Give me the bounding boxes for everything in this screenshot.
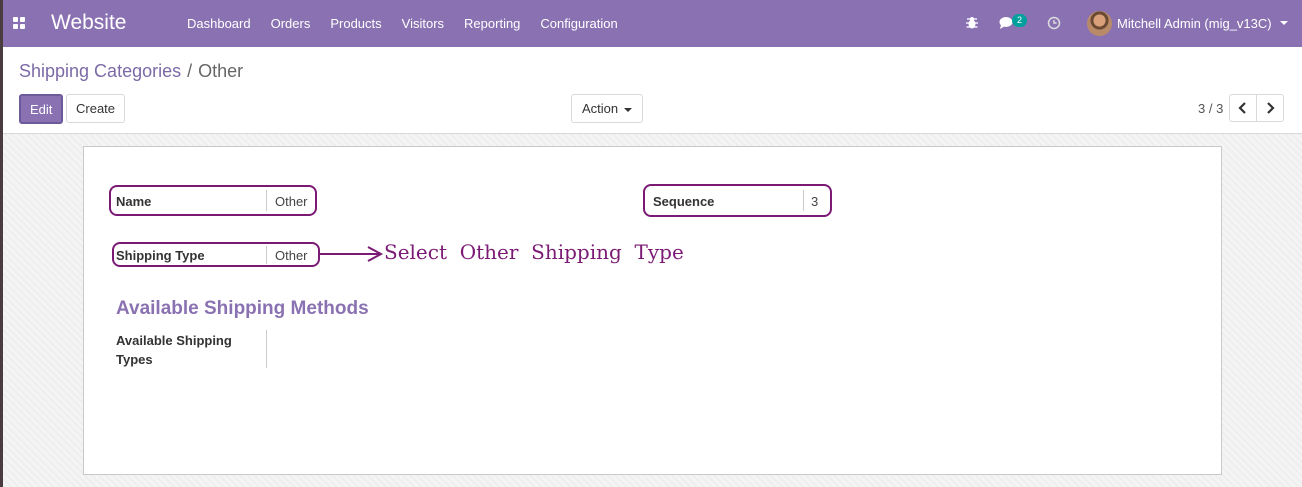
chevron-left-icon xyxy=(1238,102,1246,114)
shipping-type-divider xyxy=(266,246,267,264)
main-menu: Dashboard Orders Products Visitors Repor… xyxy=(177,0,628,47)
avatar[interactable] xyxy=(1087,11,1112,36)
available-types-label-line1: Available Shipping xyxy=(116,333,232,348)
available-types-label-line2: Types xyxy=(116,352,153,367)
edit-button[interactable]: Edit xyxy=(19,94,64,124)
pager-next-button[interactable] xyxy=(1256,94,1284,122)
name-field[interactable]: Other xyxy=(275,194,308,209)
sequence-field[interactable]: 3 xyxy=(811,194,818,209)
sequence-divider xyxy=(803,190,804,211)
action-label: Action xyxy=(582,101,619,116)
pager-value[interactable]: 3 / 3 xyxy=(1198,101,1223,116)
caret-down-icon xyxy=(624,107,633,112)
action-dropdown[interactable]: Action xyxy=(571,94,644,123)
name-label: Name xyxy=(116,194,152,209)
breadcrumb-parent[interactable]: Shipping Categories xyxy=(19,61,181,81)
app-brand[interactable]: Website xyxy=(51,11,126,35)
name-divider xyxy=(266,190,267,211)
create-button[interactable]: Create xyxy=(66,94,126,123)
menu-item-configuration[interactable]: Configuration xyxy=(530,0,627,47)
menu-item-visitors[interactable]: Visitors xyxy=(392,0,454,47)
menu-item-orders[interactable]: Orders xyxy=(261,0,321,47)
user-menu[interactable]: Mitchell Admin (mig_v13C) xyxy=(1117,16,1272,31)
menu-item-products[interactable]: Products xyxy=(320,0,391,47)
chevron-right-icon xyxy=(1267,102,1275,114)
clock-icon[interactable] xyxy=(1047,16,1061,30)
breadcrumb-separator: / xyxy=(187,61,193,81)
breadcrumb-current: Other xyxy=(198,61,244,81)
bug-icon[interactable] xyxy=(965,16,979,30)
chevron-down-icon[interactable] xyxy=(1280,21,1288,25)
section-title: Available Shipping Methods xyxy=(116,298,369,319)
breadcrumb: Shipping Categories / Other xyxy=(19,61,243,82)
available-types-divider xyxy=(266,330,267,368)
available-types-field[interactable] xyxy=(275,333,475,363)
menu-item-reporting[interactable]: Reporting xyxy=(454,0,530,47)
annotation-arrow-icon xyxy=(318,246,384,262)
annotation-text: Select Other Shipping Type xyxy=(384,240,684,264)
control-panel: Shipping Categories / Other Edit Create Ac… xyxy=(3,47,1302,134)
menu-item-dashboard[interactable]: Dashboard xyxy=(177,0,261,47)
sequence-label: Sequence xyxy=(653,194,715,209)
shipping-type-label: Shipping Type xyxy=(116,248,205,263)
top-navbar: Website Dashboard Orders Products Visito… xyxy=(3,0,1302,47)
apps-menu-icon[interactable] xyxy=(13,17,25,29)
pager-previous-button[interactable] xyxy=(1229,94,1257,122)
shipping-type-field[interactable]: Other xyxy=(275,248,308,263)
chat-badge: 2 xyxy=(1012,14,1027,27)
